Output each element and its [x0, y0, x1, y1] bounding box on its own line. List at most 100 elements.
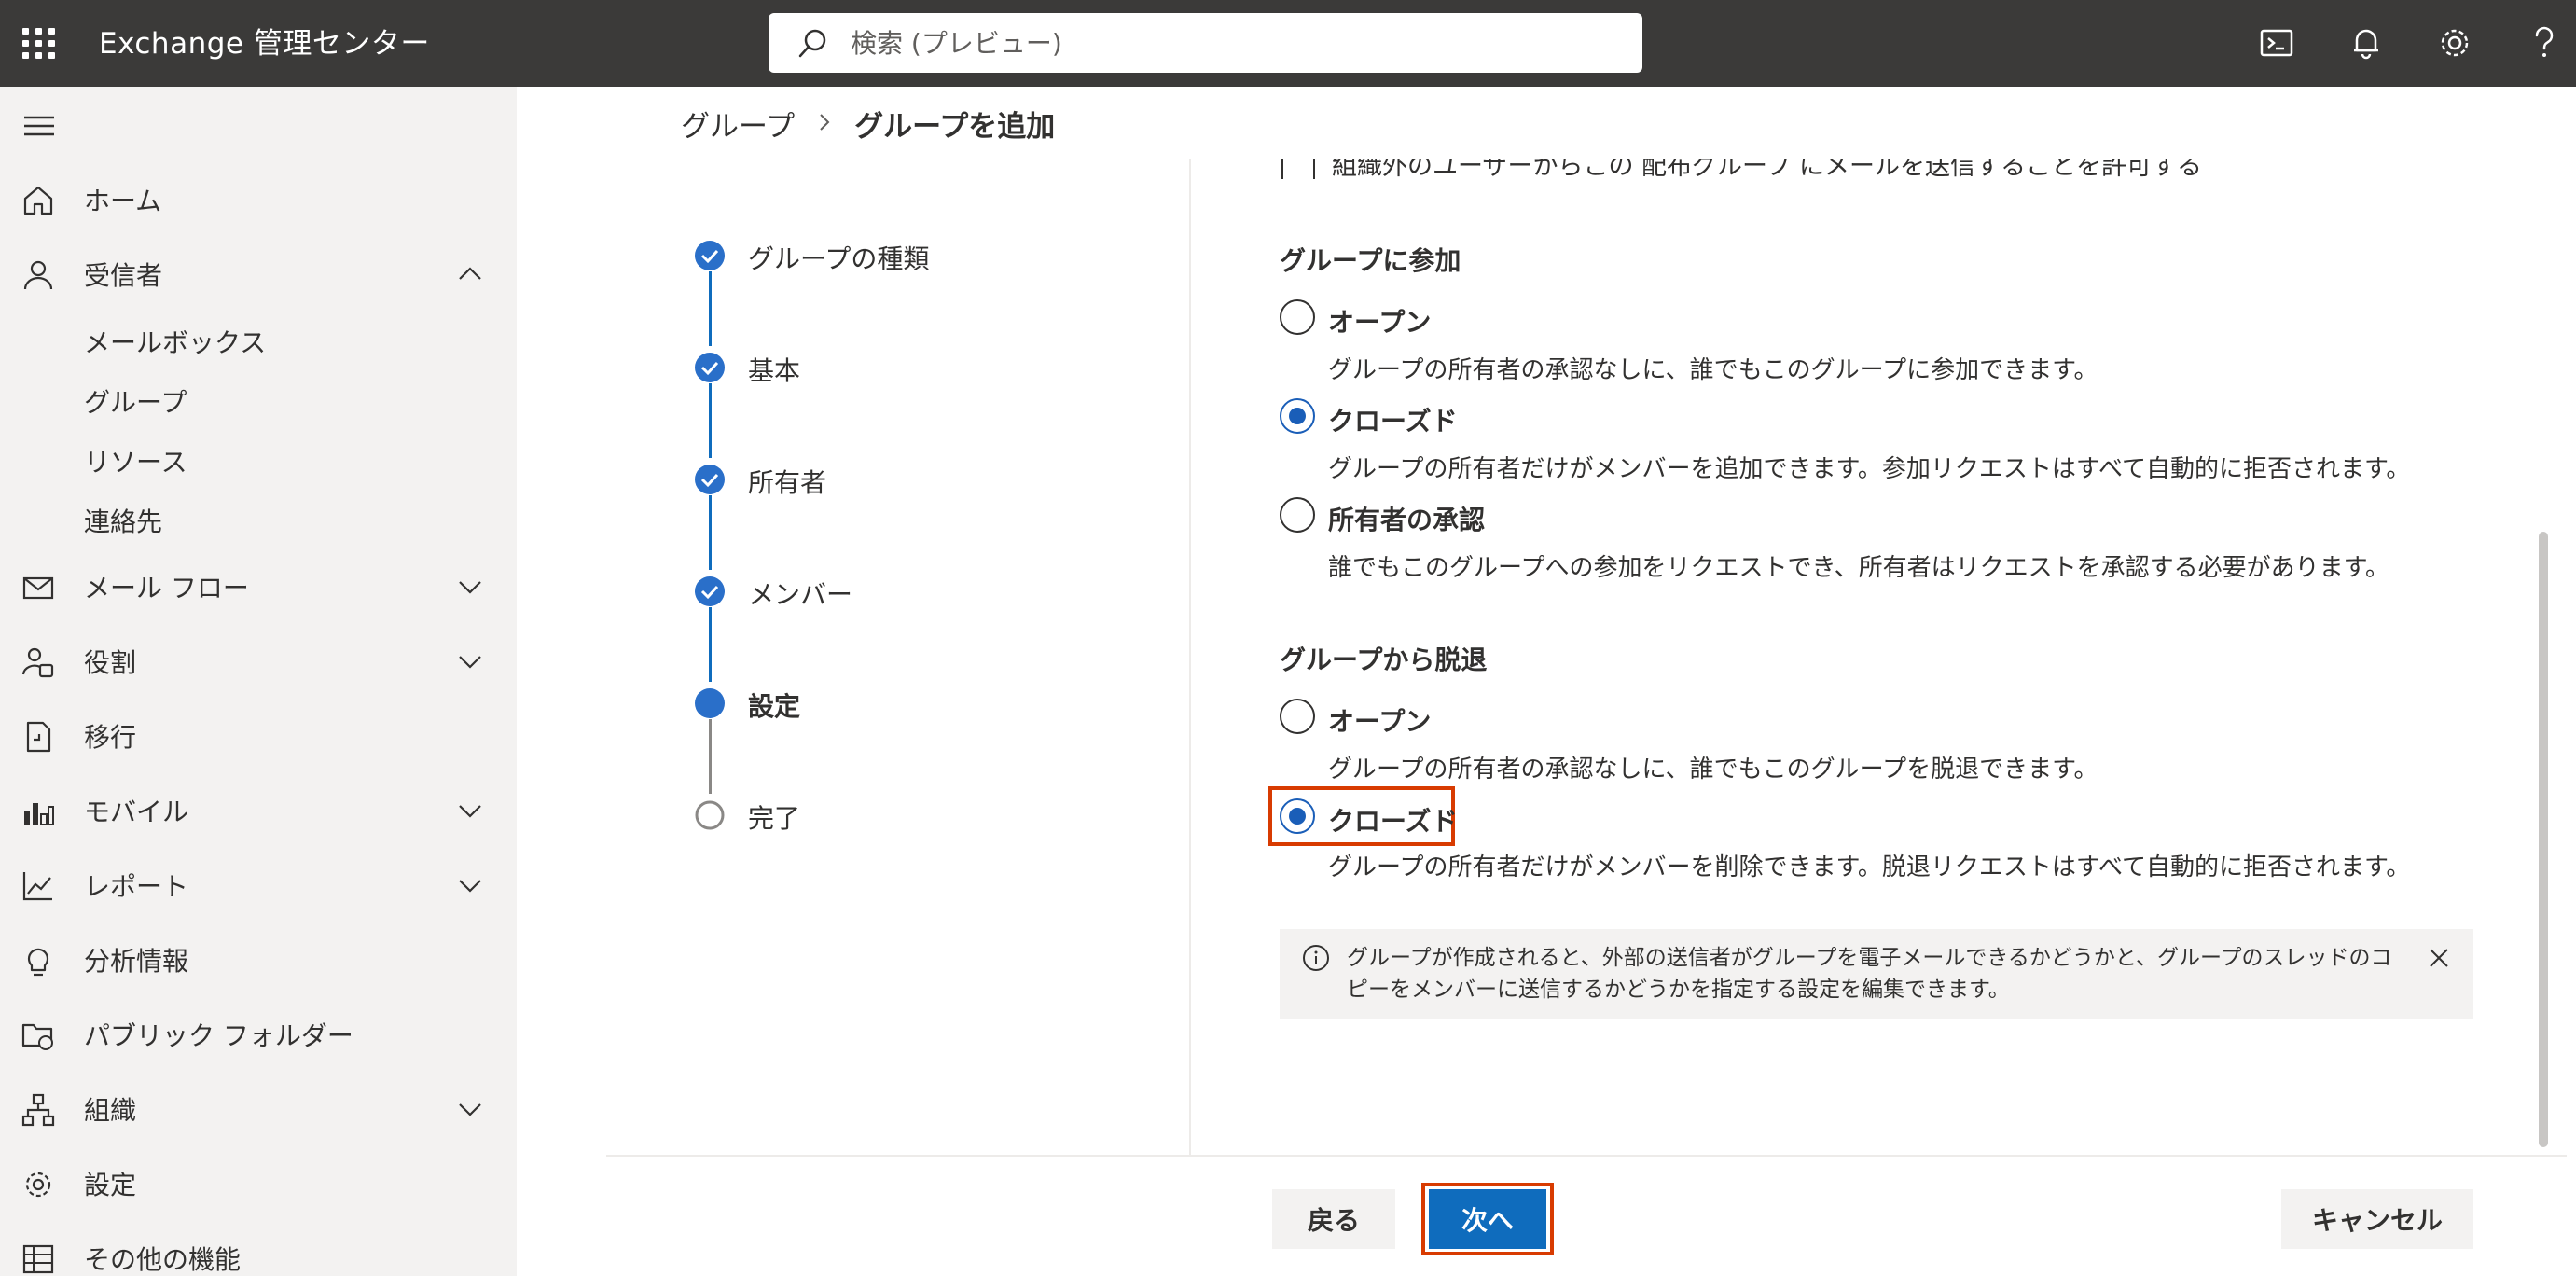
join-owner-approval-desc: 誰でもこのグループへの参加をリクエストでき、所有者はリクエストを承認する必要があ… [1328, 554, 2390, 582]
document-arrow-icon [26, 721, 51, 753]
step-connector [709, 383, 712, 458]
top-bar: Exchange 管理センター [0, 0, 2576, 87]
nav-label: 受信者 [84, 260, 163, 291]
step-connector [709, 719, 712, 794]
chevron-up-icon [459, 267, 481, 280]
step-done-check-icon [695, 576, 725, 606]
nav-label: レポート [84, 871, 189, 902]
join-section-title: グループに参加 [1280, 245, 1461, 276]
nav-item-settings[interactable]: 設定 [0, 1154, 517, 1214]
nav-label: ホーム [84, 186, 162, 216]
app-title: Exchange 管理センター [99, 27, 430, 61]
join-open-label[interactable]: オープン [1328, 302, 1431, 340]
lightbulb-icon [27, 948, 49, 977]
next-button[interactable]: 次へ [1429, 1189, 1546, 1249]
breadcrumb: グループ グループを追加 [681, 103, 1055, 145]
leave-closed-desc: グループの所有者だけがメンバーを削除できます。脱退リクエストはすべて自動的に拒否… [1328, 853, 2411, 881]
search-box[interactable] [769, 13, 1642, 73]
step-pending-circle-icon [695, 800, 725, 830]
breadcrumb-current: グループを追加 [854, 110, 1056, 144]
join-closed-desc: グループの所有者だけがメンバーを追加できます。参加リクエストはすべて自動的に拒否… [1328, 455, 2411, 483]
search-icon [798, 29, 826, 58]
search-input[interactable] [851, 24, 1615, 62]
person-icon [23, 260, 53, 290]
join-closed-label[interactable]: クローズド [1328, 401, 1458, 438]
folder-globe-icon [21, 1023, 53, 1050]
line-chart-icon [22, 872, 52, 901]
app-launcher-icon[interactable] [21, 24, 58, 62]
nav-label: モバイル [84, 797, 189, 827]
join-owner-approval-radio[interactable] [1280, 497, 1315, 533]
step-connector [709, 607, 712, 682]
chevron-down-icon [459, 805, 481, 818]
nav-item-more-features[interactable]: その他の機能 [0, 1228, 517, 1276]
allow-external-label: 組織外のユーザーからこの 配布グループ にメールを送信することを許可する [1332, 159, 2203, 179]
cancel-button[interactable]: キャンセル [2281, 1189, 2473, 1249]
allow-external-checkbox[interactable] [1281, 159, 1315, 179]
bell-icon[interactable] [2344, 21, 2389, 65]
nav-label: 設定 [84, 1170, 137, 1200]
nav-item-reports[interactable]: レポート [0, 855, 517, 915]
nav-subitem-groups[interactable]: グループ [84, 382, 187, 420]
leave-open-desc: グループの所有者の承認なしに、誰でもこのグループを脱退できます。 [1328, 756, 2098, 784]
nav-item-recipients[interactable]: 受信者 [0, 244, 517, 304]
nav-label: メール フロー [84, 573, 249, 603]
bar-chart-icon [24, 803, 54, 825]
step-done-check-icon [695, 353, 725, 382]
step-label: 基本 [748, 355, 801, 386]
nav-item-mail-flow[interactable]: メール フロー [0, 557, 517, 617]
nav-item-insights[interactable]: 分析情報 [0, 930, 517, 990]
nav-label: その他の機能 [84, 1244, 242, 1275]
nav-item-home[interactable]: ホーム [0, 170, 517, 229]
table-icon [22, 1244, 54, 1274]
chevron-right-icon [815, 107, 834, 141]
nav-label: 分析情報 [84, 946, 189, 977]
hamburger-menu-icon[interactable] [22, 113, 56, 143]
step-label: メンバー [748, 579, 853, 610]
person-badge-icon [21, 647, 54, 678]
terminal-icon[interactable] [2254, 21, 2299, 65]
nav-subitem-contacts[interactable]: 連絡先 [84, 502, 162, 539]
close-icon[interactable] [2427, 946, 2451, 970]
chevron-down-icon [459, 1103, 481, 1116]
join-owner-approval-label[interactable]: 所有者の承認 [1328, 500, 1485, 537]
step-done-check-icon [695, 241, 725, 270]
gear-icon[interactable] [2432, 21, 2477, 65]
help-icon[interactable] [2522, 21, 2567, 65]
step-label: 所有者 [748, 467, 827, 498]
gear-icon [25, 1172, 51, 1198]
step-label-current: 設定 [748, 691, 801, 722]
back-button[interactable]: 戻る [1272, 1189, 1395, 1249]
nav-item-roles[interactable]: 役割 [0, 631, 517, 691]
leave-closed-label[interactable]: クローズド [1328, 801, 1458, 839]
step-label: グループの種類 [748, 243, 930, 274]
leave-closed-radio[interactable] [1280, 798, 1315, 834]
step-current-dot-icon [695, 688, 725, 718]
nav-label: 移行 [84, 722, 137, 753]
chevron-down-icon [459, 880, 481, 893]
step-label: 完了 [748, 803, 801, 834]
join-closed-radio[interactable] [1280, 398, 1315, 434]
join-open-desc: グループの所有者の承認なしに、誰でもこのグループに参加できます。 [1328, 356, 2098, 384]
org-chart-icon [21, 1093, 55, 1127]
join-open-radio[interactable] [1280, 299, 1315, 335]
home-icon [23, 186, 53, 215]
leave-section-title: グループから脱退 [1280, 645, 1488, 675]
leave-open-label[interactable]: オープン [1328, 701, 1431, 739]
footer-divider [606, 1155, 2567, 1157]
nav-item-migration[interactable]: 移行 [0, 706, 517, 766]
mail-icon [22, 576, 54, 600]
nav-subitem-resources[interactable]: リソース [84, 442, 187, 479]
nav-item-organization[interactable]: 組織 [0, 1079, 517, 1139]
vertical-scrollbar[interactable] [2539, 532, 2548, 1147]
info-message-bar: グループが作成されると、外部の送信者がグループを電子メールできるかどうかと、グル… [1280, 929, 2473, 1019]
nav-item-mobile[interactable]: モバイル [0, 781, 517, 840]
step-done-check-icon [695, 465, 725, 494]
info-message-text: グループが作成されると、外部の送信者がグループを電子メールできるかどうかと、グル… [1347, 946, 2392, 1002]
nav-subitem-mailboxes[interactable]: メールボックス [84, 323, 266, 360]
leave-open-radio[interactable] [1280, 699, 1315, 734]
breadcrumb-groups-link[interactable]: グループ [681, 103, 795, 145]
chevron-down-icon [459, 656, 481, 669]
info-icon [1303, 945, 1329, 971]
nav-item-public-folders[interactable]: パブリック フォルダー [0, 1005, 517, 1064]
